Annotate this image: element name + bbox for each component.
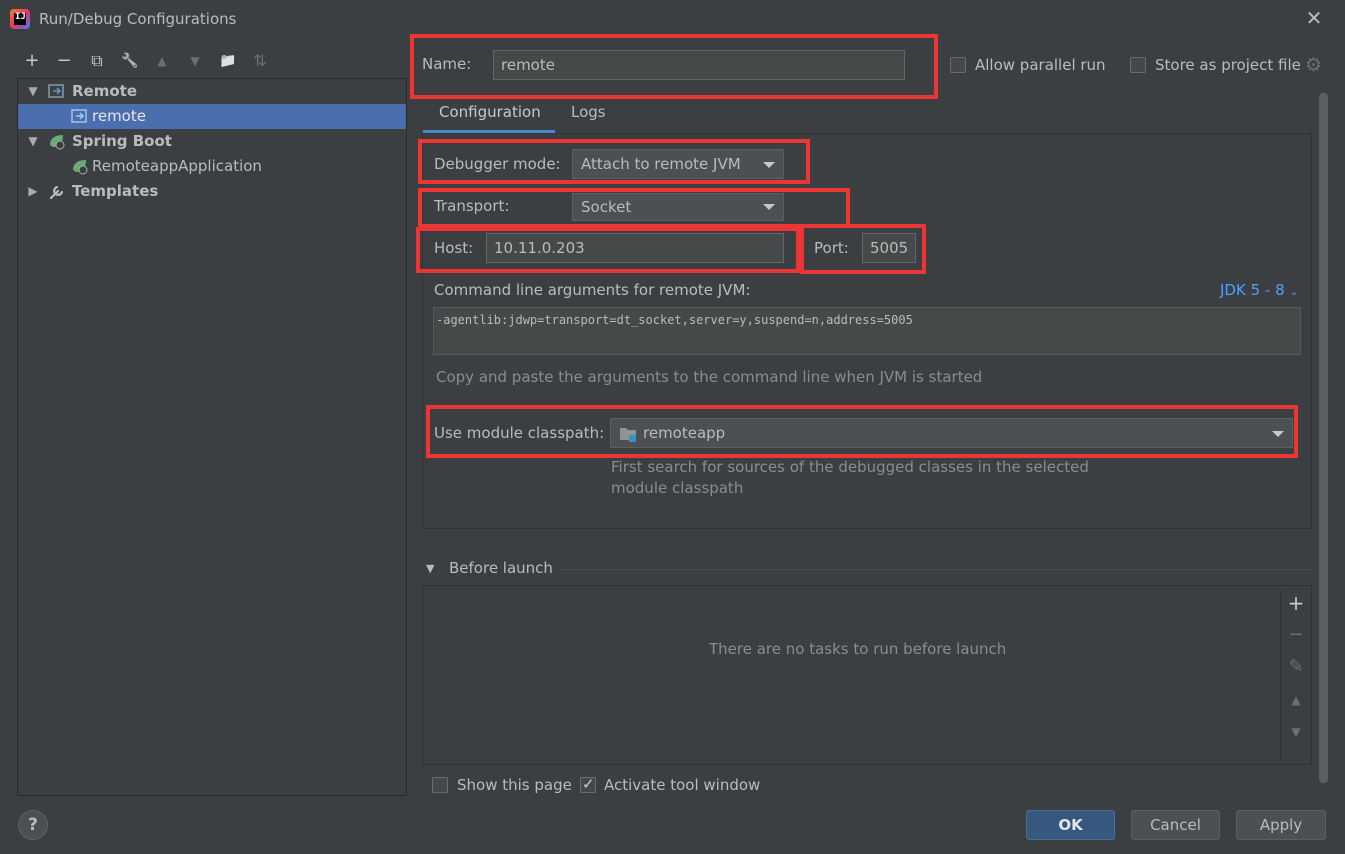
help-button[interactable]: ? (18, 810, 48, 840)
chevron-down-icon[interactable]: ▼ (26, 79, 40, 104)
dropdown-caret-icon (763, 162, 775, 168)
module-folder-icon (620, 428, 636, 442)
port-input[interactable]: 5005 (862, 233, 916, 263)
show-this-page-label[interactable]: Show this page (457, 776, 572, 794)
move-task-up-icon[interactable]: ▲ (1286, 690, 1306, 710)
jdk-version-link[interactable]: JDK 5 - 8 ⌄ (1220, 281, 1299, 299)
add-task-icon[interactable]: + (1286, 593, 1306, 613)
module-classpath-hint-1: First search for sources of the debugged… (611, 458, 1089, 476)
copy-icon[interactable]: ⧉ (86, 50, 108, 72)
apply-button[interactable]: Apply (1236, 810, 1326, 840)
sort-icon[interactable]: ⇅ (249, 50, 271, 72)
dropdown-caret-icon (1272, 431, 1284, 437)
transport-label: Transport: (434, 197, 510, 215)
command-line-args[interactable]: -agentlib:jdwp=transport=dt_socket,serve… (433, 307, 1301, 355)
name-label: Name: (422, 55, 472, 73)
folder-add-icon[interactable]: 📁 (217, 50, 239, 72)
tree-item-remoteapp-application[interactable]: RemoteappApplication (18, 154, 406, 179)
spring-boot-icon (50, 135, 65, 150)
remove-task-icon[interactable]: − (1286, 625, 1306, 645)
before-launch-divider (556, 569, 1312, 570)
move-task-down-icon[interactable]: ▼ (1286, 722, 1306, 742)
ok-button[interactable]: OK (1026, 810, 1115, 840)
command-line-hint: Copy and paste the arguments to the comm… (436, 368, 983, 386)
tab-logs[interactable]: Logs (571, 103, 606, 121)
chevron-right-icon[interactable]: ▶ (26, 179, 40, 204)
tree-item-remote-group[interactable]: ▼ Remote (18, 79, 406, 104)
command-line-label: Command line arguments for remote JVM: (434, 281, 751, 299)
gear-icon[interactable]: ⚙ (1305, 54, 1322, 76)
vertical-scrollbar[interactable] (1319, 93, 1328, 783)
port-label: Port: (814, 239, 849, 257)
window-title: Run/Debug Configurations (39, 10, 237, 28)
store-as-project-file-label[interactable]: Store as project file (1155, 56, 1301, 74)
allow-parallel-run-label[interactable]: Allow parallel run (975, 56, 1106, 74)
spring-boot-icon (73, 160, 88, 175)
before-launch-label[interactable]: Before launch (449, 559, 553, 577)
add-icon[interactable]: + (21, 50, 43, 72)
collapse-triangle-icon[interactable]: ▼ (426, 562, 434, 575)
debugger-mode-label: Debugger mode: (434, 155, 561, 173)
tab-configuration[interactable]: Configuration (439, 103, 541, 121)
host-input[interactable]: 10.11.0.203 (486, 233, 784, 263)
intellij-app-icon: IJ (10, 9, 30, 29)
tree-item-spring-boot-group[interactable]: ▼ Spring Boot (18, 129, 406, 154)
dropdown-caret-icon (763, 204, 775, 210)
allow-parallel-run-checkbox[interactable] (950, 57, 966, 73)
configuration-tree[interactable]: ▼ Remote remote ▼ Spring Boot RemoteappA… (17, 78, 407, 796)
show-this-page-checkbox[interactable] (432, 777, 448, 793)
move-up-icon[interactable]: ▲ (151, 50, 173, 72)
name-input[interactable]: remote (493, 50, 905, 80)
transport-combo[interactable]: Socket (572, 193, 784, 221)
activate-tool-window-label[interactable]: Activate tool window (604, 776, 760, 794)
host-label: Host: (434, 239, 474, 257)
close-icon[interactable]: ✕ (1304, 8, 1324, 28)
remove-icon[interactable]: − (53, 50, 75, 72)
chevron-down-icon[interactable]: ▼ (26, 129, 40, 154)
tree-item-remote[interactable]: remote (18, 104, 406, 129)
move-down-icon[interactable]: ▼ (184, 50, 206, 72)
remote-config-icon (48, 84, 64, 98)
before-launch-panel (422, 585, 1312, 765)
chevron-down-icon: ⌄ (1289, 285, 1299, 298)
module-classpath-hint-2: module classpath (611, 479, 744, 497)
cancel-button[interactable]: Cancel (1131, 810, 1220, 840)
side-toolbar-divider (1280, 590, 1281, 760)
module-classpath-label: Use module classpath: (434, 424, 605, 442)
activate-tool-window-checkbox[interactable] (580, 775, 596, 793)
wrench-icon[interactable]: 🔧 (119, 50, 141, 72)
store-as-project-file-checkbox[interactable] (1130, 57, 1146, 73)
wrench-icon (49, 185, 64, 200)
module-classpath-combo[interactable]: remoteapp (610, 418, 1293, 448)
before-launch-empty-text: There are no tasks to run before launch (709, 640, 1007, 658)
remote-config-icon (71, 109, 87, 123)
edit-task-icon[interactable]: ✎ (1286, 657, 1306, 677)
tree-item-templates[interactable]: ▶ Templates (18, 179, 406, 204)
debugger-mode-combo[interactable]: Attach to remote JVM (572, 149, 784, 179)
